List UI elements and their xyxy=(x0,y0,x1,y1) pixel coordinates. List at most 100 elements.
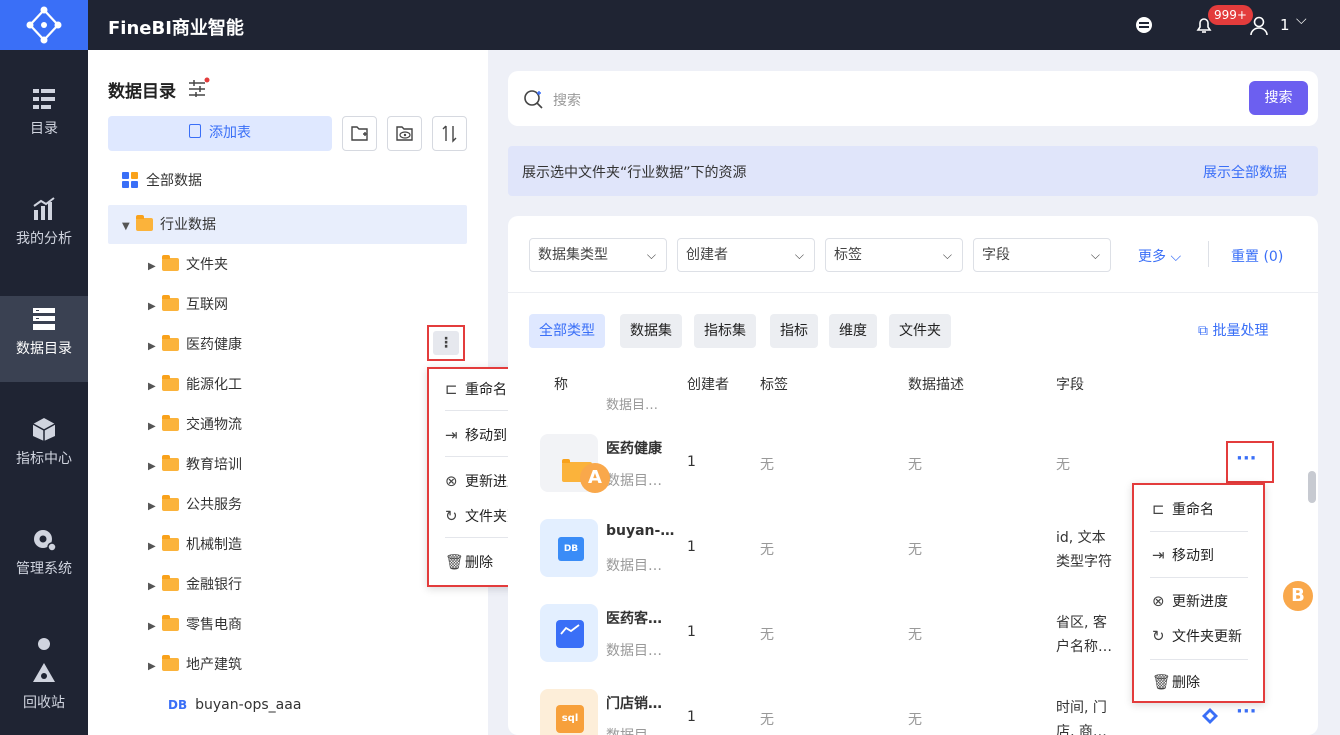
chevron-down-icon[interactable]: ⌵ xyxy=(1296,12,1307,28)
nav-item-catalog[interactable]: 目录 xyxy=(0,76,88,162)
filter-field[interactable]: 字段 ⌵ xyxy=(973,238,1111,272)
caret-right-icon[interactable]: ▶ xyxy=(148,447,162,487)
caret-right-icon[interactable]: ▶ xyxy=(148,407,162,447)
search-button[interactable]: 搜索 xyxy=(1249,81,1308,115)
tree-item-root[interactable]: ▼ 行业数据 xyxy=(122,205,216,245)
nav-item-my-analysis[interactable]: 我的分析 xyxy=(0,186,88,272)
nav-item-data-catalog[interactable]: 数据目录 xyxy=(0,296,88,382)
reset-button[interactable]: 重置 (0) xyxy=(1231,246,1283,266)
annotation-a: A xyxy=(580,463,610,493)
scrollbar-thumb[interactable] xyxy=(1308,471,1316,503)
more-horizontal-icon[interactable]: ··· xyxy=(1236,448,1257,469)
user-name[interactable]: 1 xyxy=(1280,16,1290,34)
diamond-link-icon[interactable] xyxy=(1201,707,1219,725)
tree-item-label: 金融银行 xyxy=(186,577,242,593)
add-table-button[interactable]: 添加表 xyxy=(108,116,332,151)
filter-dataset-type[interactable]: 数据集类型 ⌵ xyxy=(529,238,667,272)
caret-right-icon[interactable]: ▶ xyxy=(148,327,162,367)
more-vertical-icon[interactable]: ⋮ xyxy=(433,331,459,355)
divider xyxy=(508,292,1318,293)
tree-item-folder[interactable]: ▶ 教育培训 xyxy=(148,445,242,485)
caret-right-icon[interactable]: ▶ xyxy=(148,567,162,607)
caret-right-icon[interactable]: ▶ xyxy=(148,367,162,407)
folder-icon xyxy=(162,374,179,391)
more-horizontal-icon[interactable]: ··· xyxy=(1236,701,1257,722)
tree-item-folder[interactable]: ▶ 交通物流 xyxy=(148,405,242,445)
batch-button[interactable]: ⧉ 批量处理 xyxy=(1198,320,1268,340)
grid-icon xyxy=(122,172,138,188)
tree-item-folder[interactable]: ▶ 医药健康 xyxy=(148,325,242,365)
folder-icon xyxy=(136,214,153,231)
caret-down-icon[interactable]: ▼ xyxy=(122,207,136,247)
menu-item-delete[interactable]: 🗑删除 xyxy=(1152,670,1200,694)
tree-item-all-data[interactable]: 全部数据 xyxy=(122,161,202,201)
new-folder-button[interactable] xyxy=(342,116,377,151)
divider xyxy=(1208,241,1209,267)
more-filters-button[interactable]: 更多 ⌵ xyxy=(1138,246,1181,266)
data-catalog-icon xyxy=(33,308,55,330)
caret-right-icon[interactable]: ▶ xyxy=(148,607,162,647)
folder-icon xyxy=(162,494,179,511)
admin-icon xyxy=(34,530,57,552)
menu-item-rename[interactable]: ⊏ 重命名 xyxy=(445,377,507,401)
folder-icon xyxy=(162,654,179,671)
tree-item-label: 行业数据 xyxy=(160,217,216,233)
caret-right-icon[interactable]: ▶ xyxy=(148,487,162,527)
caret-right-icon[interactable]: ▶ xyxy=(148,247,162,287)
nav-item-metric-center[interactable]: 指标中心 xyxy=(0,406,88,492)
nav-label: 目录 xyxy=(30,121,58,137)
folder-icon xyxy=(162,254,179,271)
filter-tag[interactable]: 标签 ⌵ xyxy=(825,238,963,272)
tree-item-folder[interactable]: ▶ 金融银行 xyxy=(148,565,242,605)
type-chip[interactable]: 全部类型 xyxy=(529,314,605,348)
type-chip[interactable]: 文件夹 xyxy=(889,314,951,348)
col-desc: 数据描述 xyxy=(908,377,964,393)
search-input[interactable]: 搜索 xyxy=(553,90,581,110)
folder-eye-icon xyxy=(396,126,413,141)
table-row[interactable]: 数据目… xyxy=(518,396,1296,418)
type-chip[interactable]: 指标集 xyxy=(694,314,756,348)
menu-item-update-progress[interactable]: ⊗ 更新进度 xyxy=(1152,589,1228,613)
col-tag: 标签 xyxy=(760,377,788,393)
recycle-icon xyxy=(33,663,55,682)
menu-circle-icon[interactable] xyxy=(1135,16,1153,34)
folder-icon xyxy=(162,614,179,631)
app-logo[interactable] xyxy=(0,0,88,50)
tree-item-folder[interactable]: ▶ 互联网 xyxy=(148,285,228,325)
type-chip[interactable]: 维度 xyxy=(829,314,877,348)
menu-item-move[interactable]: ⇥ 移动到 xyxy=(1152,543,1214,567)
tree-item-folder[interactable]: ▶ 地产建筑 xyxy=(148,645,242,685)
tree-item-folder[interactable]: ▶ 文件夹 xyxy=(148,245,228,285)
caret-right-icon[interactable]: ▶ xyxy=(148,527,162,567)
nav-item-admin[interactable]: 管理系统 xyxy=(0,516,88,602)
tree-item-folder[interactable]: ▶ 零售电商 xyxy=(148,605,242,645)
refresh-icon: ↻ xyxy=(1152,627,1165,645)
caret-right-icon[interactable]: ▶ xyxy=(148,287,162,327)
show-all-link[interactable]: 展示全部数据 xyxy=(1203,162,1287,182)
settings-sliders-icon[interactable] xyxy=(188,77,210,97)
view-toggle-button[interactable] xyxy=(387,116,422,151)
sort-icon xyxy=(442,125,457,143)
tree-item-db[interactable]: DB buyan-ops_aaa xyxy=(168,685,301,725)
nav-item-recycle[interactable]: 回收站 xyxy=(0,650,88,735)
menu-item-delete[interactable]: 🗑删除 xyxy=(445,550,493,574)
tree-item-folder[interactable]: ▶ 能源化工 xyxy=(148,365,242,405)
tree-item-folder[interactable]: ▶ 机械制造 xyxy=(148,525,242,565)
type-chip[interactable]: 数据集 xyxy=(620,314,682,348)
menu-item-rename[interactable]: ⊏ 重命名 xyxy=(1152,497,1214,521)
col-creator: 创建者 xyxy=(687,377,729,393)
user-icon[interactable] xyxy=(1249,15,1269,37)
menu-item-folder-update[interactable]: ↻ 文件夹更新 xyxy=(1152,624,1242,648)
type-chip[interactable]: 指标 xyxy=(770,314,818,348)
folder-icon xyxy=(162,574,179,591)
nav-label: 指标中心 xyxy=(16,451,72,467)
nav-label: 我的分析 xyxy=(16,231,72,247)
caret-right-icon[interactable]: ▶ xyxy=(148,647,162,687)
tree-item-folder[interactable]: ▶ 公共服务 xyxy=(148,485,242,525)
rename-icon: ⊏ xyxy=(1152,500,1165,518)
filter-creator[interactable]: 创建者 ⌵ xyxy=(677,238,815,272)
add-file-icon xyxy=(189,124,201,138)
analysis-icon xyxy=(33,197,55,220)
sort-button[interactable] xyxy=(432,116,467,151)
menu-item-move[interactable]: ⇥ 移动到 xyxy=(445,423,507,447)
